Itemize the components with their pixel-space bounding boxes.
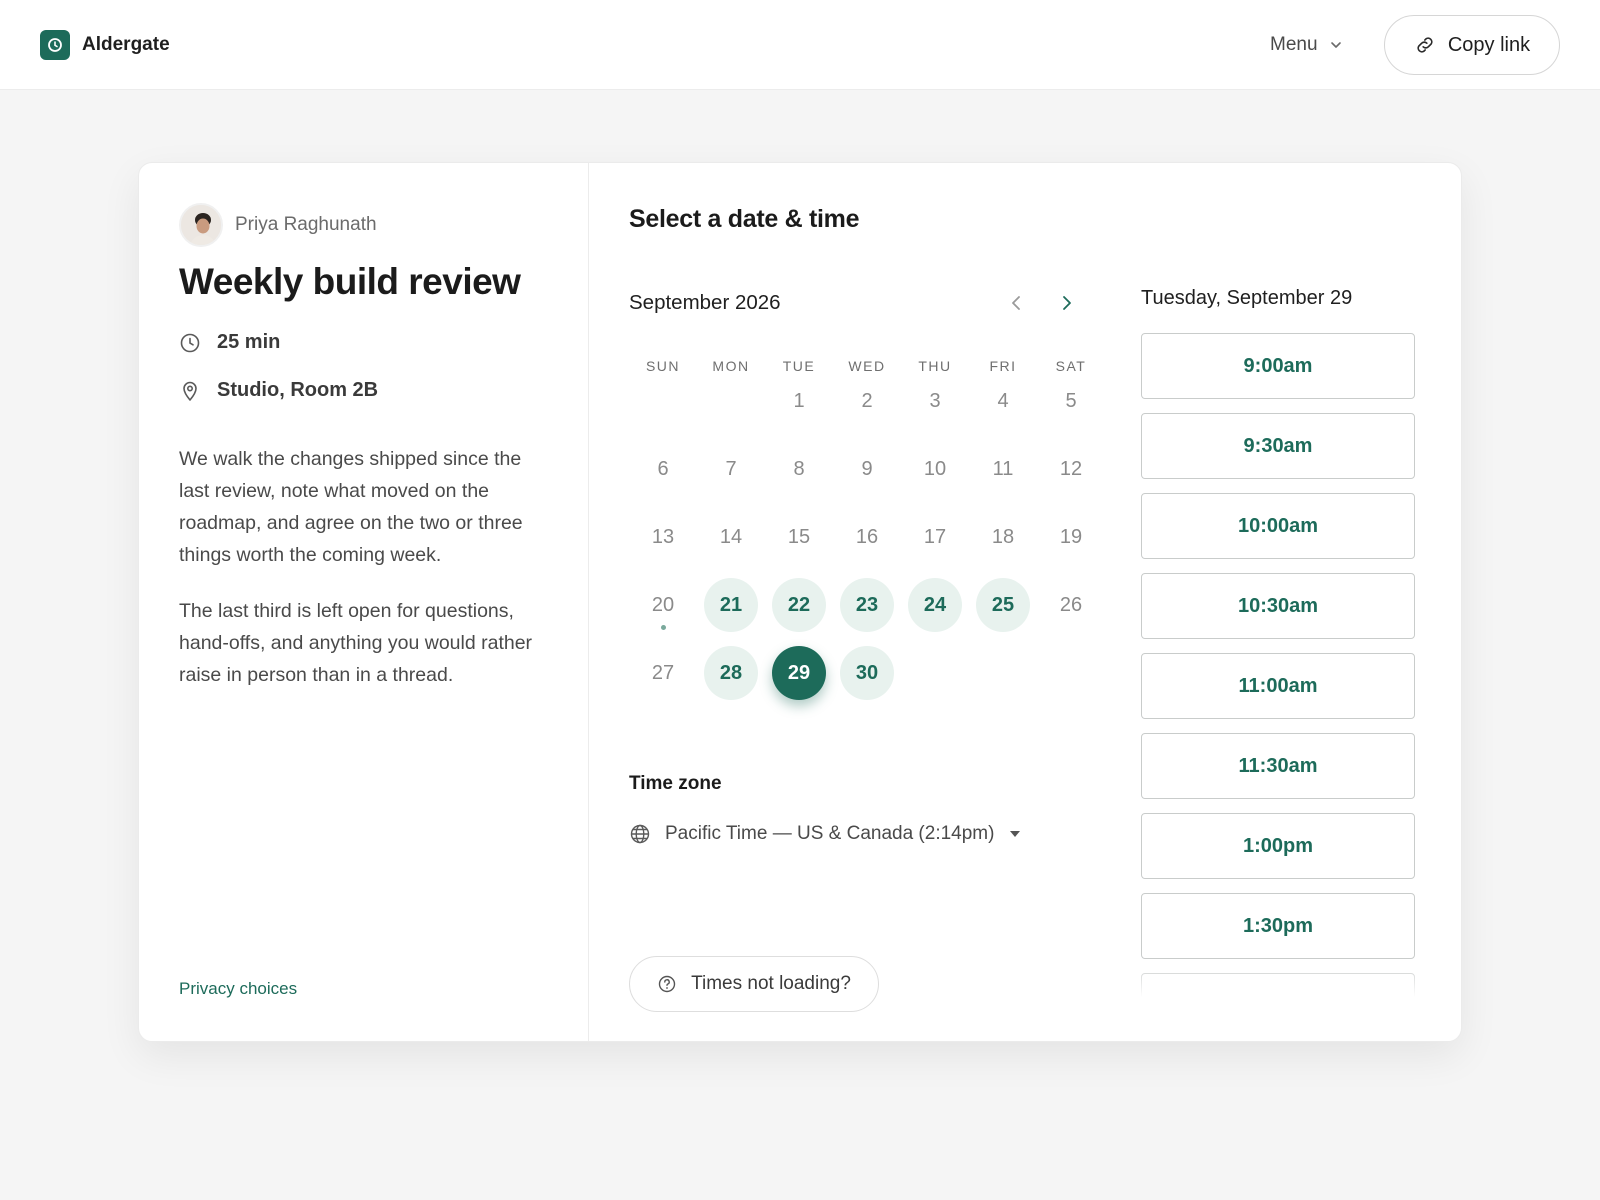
timezone-select[interactable]: Pacific Time — US & Canada (2:14pm) bbox=[629, 823, 1021, 845]
calendar-day: 6 bbox=[657, 457, 669, 480]
selected-date-heading: Tuesday, September 29 bbox=[1141, 287, 1353, 309]
calendar-day: 19 bbox=[1059, 525, 1083, 548]
chevron-left-icon bbox=[1012, 296, 1020, 310]
calendar-day: 8 bbox=[793, 457, 805, 480]
calendar-day: 16 bbox=[855, 525, 879, 548]
brand[interactable]: Aldergate bbox=[40, 30, 170, 60]
calendar-day: 26 bbox=[1059, 593, 1083, 616]
booking-card: Priya Raghunath Weekly build review 25 m… bbox=[138, 162, 1462, 1042]
chevron-right-icon bbox=[1063, 296, 1071, 310]
event-description: The last third is left open for question… bbox=[179, 600, 533, 686]
today-indicator bbox=[660, 625, 666, 630]
top-bar: Aldergate Menu Copy link bbox=[0, 0, 1600, 90]
privacy-choices-link[interactable]: Privacy choices bbox=[179, 979, 297, 999]
time-slot-button[interactable]: 10:00am bbox=[1141, 493, 1415, 559]
previous-month-button[interactable] bbox=[1004, 291, 1028, 320]
weekday-header: SAT bbox=[1055, 358, 1087, 374]
calendar-day: 11 bbox=[992, 457, 1014, 480]
time-slot-button[interactable]: 1:00pm bbox=[1141, 813, 1415, 879]
calendar-day: 27 bbox=[651, 661, 675, 684]
duration: 25 min bbox=[217, 331, 281, 353]
calendar-day: 12 bbox=[1059, 457, 1083, 480]
calendar-day: 4 bbox=[997, 389, 1009, 412]
calendar-day: 3 bbox=[929, 389, 941, 412]
time-slot-button[interactable]: 11:30am bbox=[1141, 733, 1415, 799]
calendar-day[interactable]: 24 bbox=[908, 578, 962, 632]
calendar-day: 10 bbox=[923, 457, 947, 480]
calendar-day[interactable]: 30 bbox=[840, 646, 894, 700]
location: Studio, Room 2B bbox=[217, 379, 379, 401]
chevron-down-icon bbox=[1330, 42, 1341, 48]
calendar-day: 7 bbox=[725, 457, 737, 480]
copy-link-button[interactable]: Copy link bbox=[1384, 15, 1560, 75]
clock-logo-icon bbox=[40, 30, 70, 60]
host-name: Priya Raghunath bbox=[235, 214, 377, 235]
calendar-day[interactable]: 22 bbox=[772, 578, 826, 632]
event-description: We walk the changes shipped since the la… bbox=[179, 448, 523, 566]
help-label: Times not loading? bbox=[691, 973, 851, 994]
brand-name: Aldergate bbox=[82, 34, 170, 55]
calendar-day: 17 bbox=[923, 525, 947, 548]
calendar-day: 14 bbox=[719, 525, 743, 548]
weekday-header: THU bbox=[918, 358, 952, 374]
calendar-day: 20 bbox=[651, 593, 675, 616]
duration-row: 25 min bbox=[179, 331, 280, 354]
month-label: September 2026 bbox=[629, 291, 781, 314]
event-title: Weekly build review bbox=[179, 261, 521, 302]
timezone-value: Pacific Time — US & Canada (2:14pm) bbox=[665, 823, 995, 844]
weekday-header: WED bbox=[848, 358, 886, 374]
time-slot-button[interactable]: 9:30am bbox=[1141, 413, 1415, 479]
time-slot-button[interactable]: 2:00pm bbox=[1141, 973, 1415, 1003]
calendar-day: 2 bbox=[861, 389, 873, 412]
weekday-header: SUN bbox=[645, 358, 681, 374]
time-slot-list[interactable]: 9:00am 9:30am 10:00am 10:30am 11:00am 11:30am… bbox=[1141, 333, 1417, 1003]
calendar-day: 5 bbox=[1065, 389, 1077, 412]
weekday-header: FRI bbox=[989, 358, 1017, 374]
location-pin-icon bbox=[183, 381, 197, 401]
scheduler-title: Select a date & time bbox=[629, 205, 860, 233]
calendar-day: 15 bbox=[787, 525, 811, 548]
clock-icon bbox=[180, 333, 200, 352]
calendar-day: 9 bbox=[861, 457, 873, 480]
timezone-label: Time zone bbox=[629, 773, 722, 794]
scheduler-panel: Select a date & time September 2026 SUN M… bbox=[589, 163, 1461, 1041]
calendar-day: 18 bbox=[991, 525, 1015, 548]
calendar-day[interactable]: 28 bbox=[704, 646, 758, 700]
time-slot-button[interactable]: 1:30pm bbox=[1141, 893, 1415, 959]
calendar-day[interactable]: 21 bbox=[704, 578, 758, 632]
host: Priya Raghunath bbox=[179, 203, 377, 247]
link-icon bbox=[1417, 37, 1433, 53]
weekday-header: MON bbox=[712, 358, 750, 374]
weekday-header: TUE bbox=[782, 358, 816, 374]
calendar-day[interactable]: 23 bbox=[840, 578, 894, 632]
times-not-loading-button[interactable]: Times not loading? bbox=[629, 956, 879, 1012]
globe-icon bbox=[630, 824, 650, 844]
caret-down-icon bbox=[1010, 831, 1021, 837]
time-slot-button[interactable]: 9:00am bbox=[1141, 333, 1415, 399]
calendar-day: 1 bbox=[793, 389, 805, 412]
time-slot-button[interactable]: 10:30am bbox=[1141, 573, 1415, 639]
location-row: Studio, Room 2B bbox=[179, 379, 378, 402]
calendar-day[interactable]: 25 bbox=[976, 578, 1030, 632]
next-month-button[interactable] bbox=[1055, 291, 1079, 320]
time-slot-button[interactable]: 11:00am bbox=[1141, 653, 1415, 719]
menu-label: Menu bbox=[1270, 34, 1318, 55]
event-details-panel: Priya Raghunath Weekly build review 25 m… bbox=[139, 163, 589, 1041]
menu-dropdown[interactable]: Menu bbox=[1270, 34, 1342, 56]
calendar-day-selected[interactable]: 29 bbox=[772, 646, 826, 700]
calendar-day: 13 bbox=[651, 525, 675, 548]
avatar bbox=[179, 203, 223, 247]
question-circle-icon bbox=[658, 975, 676, 993]
copy-link-label: Copy link bbox=[1447, 33, 1531, 56]
